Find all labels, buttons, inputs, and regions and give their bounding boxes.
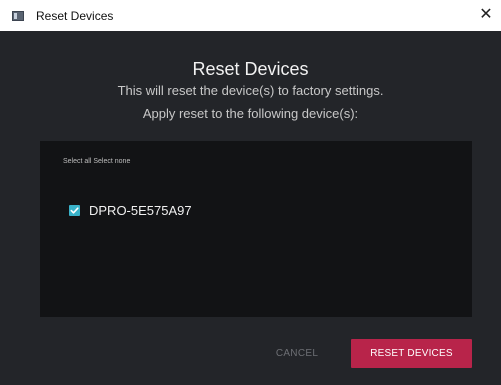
reset-dialog: Reset Devices This will reset the device… <box>0 31 501 385</box>
check-icon <box>70 207 79 214</box>
title-bar: Reset Devices ✕ <box>0 0 501 31</box>
selection-links: Select all Select none <box>63 157 130 167</box>
dialog-description: This will reset the device(s) to factory… <box>117 83 384 98</box>
reset-devices-window: Reset Devices ✕ Reset Devices This will … <box>0 0 501 385</box>
app-window-icon <box>12 11 24 21</box>
reset-devices-button[interactable]: RESET DEVICES <box>351 339 472 368</box>
window-title: Reset Devices <box>36 9 114 23</box>
close-icon: ✕ <box>479 6 493 23</box>
cancel-button[interactable]: CANCEL <box>262 342 332 366</box>
select-none-link[interactable]: Select none <box>93 158 130 165</box>
device-label: DPRO-5E575A97 <box>89 203 192 218</box>
select-all-link[interactable]: Select all <box>63 158 91 165</box>
dialog-heading: Reset Devices <box>192 59 309 79</box>
dialog-instruction: Apply reset to the following device(s): <box>142 106 359 121</box>
device-checkbox[interactable] <box>69 205 80 216</box>
device-list-panel: Select all Select none DPRO-5E575A97 <box>40 141 472 317</box>
close-button[interactable]: ✕ <box>475 4 497 26</box>
